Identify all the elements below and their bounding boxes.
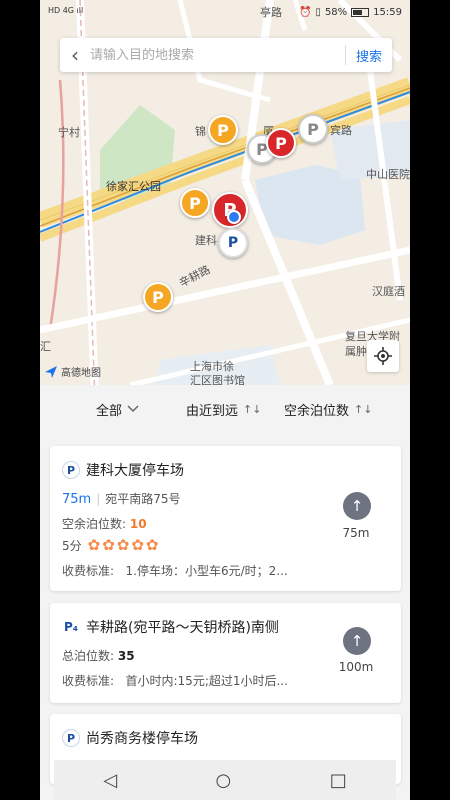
parking-lot-icon: P: [62, 729, 80, 747]
parking-pin[interactable]: P: [298, 114, 328, 144]
navigate-button[interactable]: ↑: [343, 627, 371, 655]
card-total-spaces: 总泊位数: 35: [62, 649, 135, 663]
home-circle-icon[interactable]: ○: [216, 770, 232, 791]
signal-indicator: HD 4G ıll: [48, 6, 84, 15]
back-triangle-icon[interactable]: ◁: [103, 770, 117, 791]
rating-score: 5分: [62, 539, 82, 553]
fee-text: 1.停车场：小型车6元/时；2...: [125, 564, 288, 578]
parking-lot-icon: P: [62, 461, 80, 479]
card-title: 建科大厦停车场: [86, 463, 184, 479]
street-parking-icon: P₄: [63, 620, 79, 634]
parking-card[interactable]: P 建科大厦停车场 75m | 宛平南路75号 空余泊位数: 10 5分 ✿✿✿✿✿ …: [50, 446, 401, 591]
back-icon[interactable]: ‹: [60, 43, 90, 67]
system-nav-bar: ◁ ○ □: [54, 760, 396, 800]
clock: 15:59: [373, 7, 402, 18]
parking-card[interactable]: P₄ 辛耕路(宛平路～天钥桥路)南侧 总泊位数: 35 收费标准: 首小时内:1…: [50, 603, 401, 703]
card-address: 宛平南路75号: [105, 492, 181, 506]
map-label-library-2: 汇区图书馆: [190, 374, 245, 385]
vibrate-icon: ▯: [315, 7, 321, 18]
parking-pin[interactable]: P: [180, 188, 210, 218]
locate-button[interactable]: [367, 340, 399, 372]
search-button[interactable]: 搜索: [346, 46, 392, 65]
map-label-hui: 汇: [40, 340, 51, 353]
card-title-row: P 建科大厦停车场: [62, 460, 184, 480]
parking-pin[interactable]: P: [143, 282, 173, 312]
filter-all-label: 全部: [96, 403, 123, 419]
sort-arrows-icon: ↑↓: [354, 402, 373, 416]
sort-distance-label: 由近到远: [186, 403, 239, 419]
sort-bar: 全部 由近到远 ↑↓ 空余泊位数 ↑↓: [40, 385, 410, 433]
amap-arrow-icon: [45, 365, 57, 378]
star-rating-icon: ✿✿✿✿✿: [87, 536, 161, 554]
phone-screen: 宁村 锦 厦 宾路 徐家汇公园 中山医院 建科 辛耕路 汉庭酒 复旦大学附 属肿…: [40, 0, 410, 800]
chevron-down-icon: [127, 405, 139, 413]
card-distance-address: 75m | 宛平南路75号: [62, 492, 181, 507]
sort-spaces-label: 空余泊位数: [284, 403, 350, 419]
street-parking-pin[interactable]: P: [218, 228, 248, 258]
filter-all[interactable]: 全部: [96, 400, 139, 419]
card-fee: 收费标准: 首小时内:15元;超过1小时后...: [62, 674, 288, 688]
card-spaces: 空余泊位数: 10: [62, 517, 147, 531]
map-label-bin-lu: 宾路: [330, 124, 352, 137]
map-label-ning-cun: 宁村: [58, 126, 80, 139]
card-title-row: P₄ 辛耕路(宛平路～天钥桥路)南侧: [62, 617, 279, 637]
alarm-icon: ⏰: [298, 7, 312, 18]
fee-text: 首小时内:15元;超过1小时后...: [125, 674, 288, 688]
card-rating: 5分 ✿✿✿✿✿: [62, 536, 160, 554]
card-fee: 收费标准: 1.停车场：小型车6元/时；2...: [62, 564, 288, 578]
sort-arrows-icon: ↑↓: [243, 402, 262, 416]
map-label-handing: 汉庭酒: [372, 285, 405, 298]
card-title: 辛耕路(宛平路～天钥桥路)南侧: [86, 620, 279, 636]
parking-pin[interactable]: P: [266, 128, 296, 158]
search-input[interactable]: [90, 47, 345, 63]
current-location-dot: [227, 210, 241, 224]
card-distance: 75m: [62, 492, 92, 507]
battery-percent: 58%: [324, 7, 348, 18]
parking-pin[interactable]: P: [208, 115, 238, 145]
spaces-value: 10: [129, 517, 147, 531]
navigate-button[interactable]: ↑: [343, 492, 371, 520]
card-title-row: P 尚秀商务楼停车场: [62, 728, 198, 748]
card-title: 尚秀商务楼停车场: [86, 731, 198, 747]
map-label-zhongshan: 中山医院: [366, 168, 410, 181]
arrow-up-icon: ↑: [350, 632, 364, 650]
search-bar: ‹ 搜索: [60, 38, 392, 72]
amap-logo: 高德地图: [44, 364, 101, 379]
battery-icon: [351, 8, 370, 17]
nav-distance: 100m: [338, 660, 374, 674]
total-spaces-value: 35: [117, 649, 135, 663]
crosshair-icon: [374, 347, 392, 365]
map-label-jin: 锦: [195, 125, 206, 138]
arrow-up-icon: ↑: [350, 497, 364, 515]
sort-by-spaces[interactable]: 空余泊位数 ↑↓: [284, 400, 372, 419]
map-label-jianke: 建科: [195, 234, 217, 247]
recents-square-icon[interactable]: □: [330, 770, 347, 791]
sort-by-distance[interactable]: 由近到远 ↑↓: [186, 400, 261, 419]
map-label-xujiahui-park: 徐家汇公园: [106, 180, 161, 193]
status-bar: HD 4G ıll ⏰ ▯ 58% 15:59: [40, 0, 410, 28]
nav-distance: 75m: [342, 526, 370, 540]
